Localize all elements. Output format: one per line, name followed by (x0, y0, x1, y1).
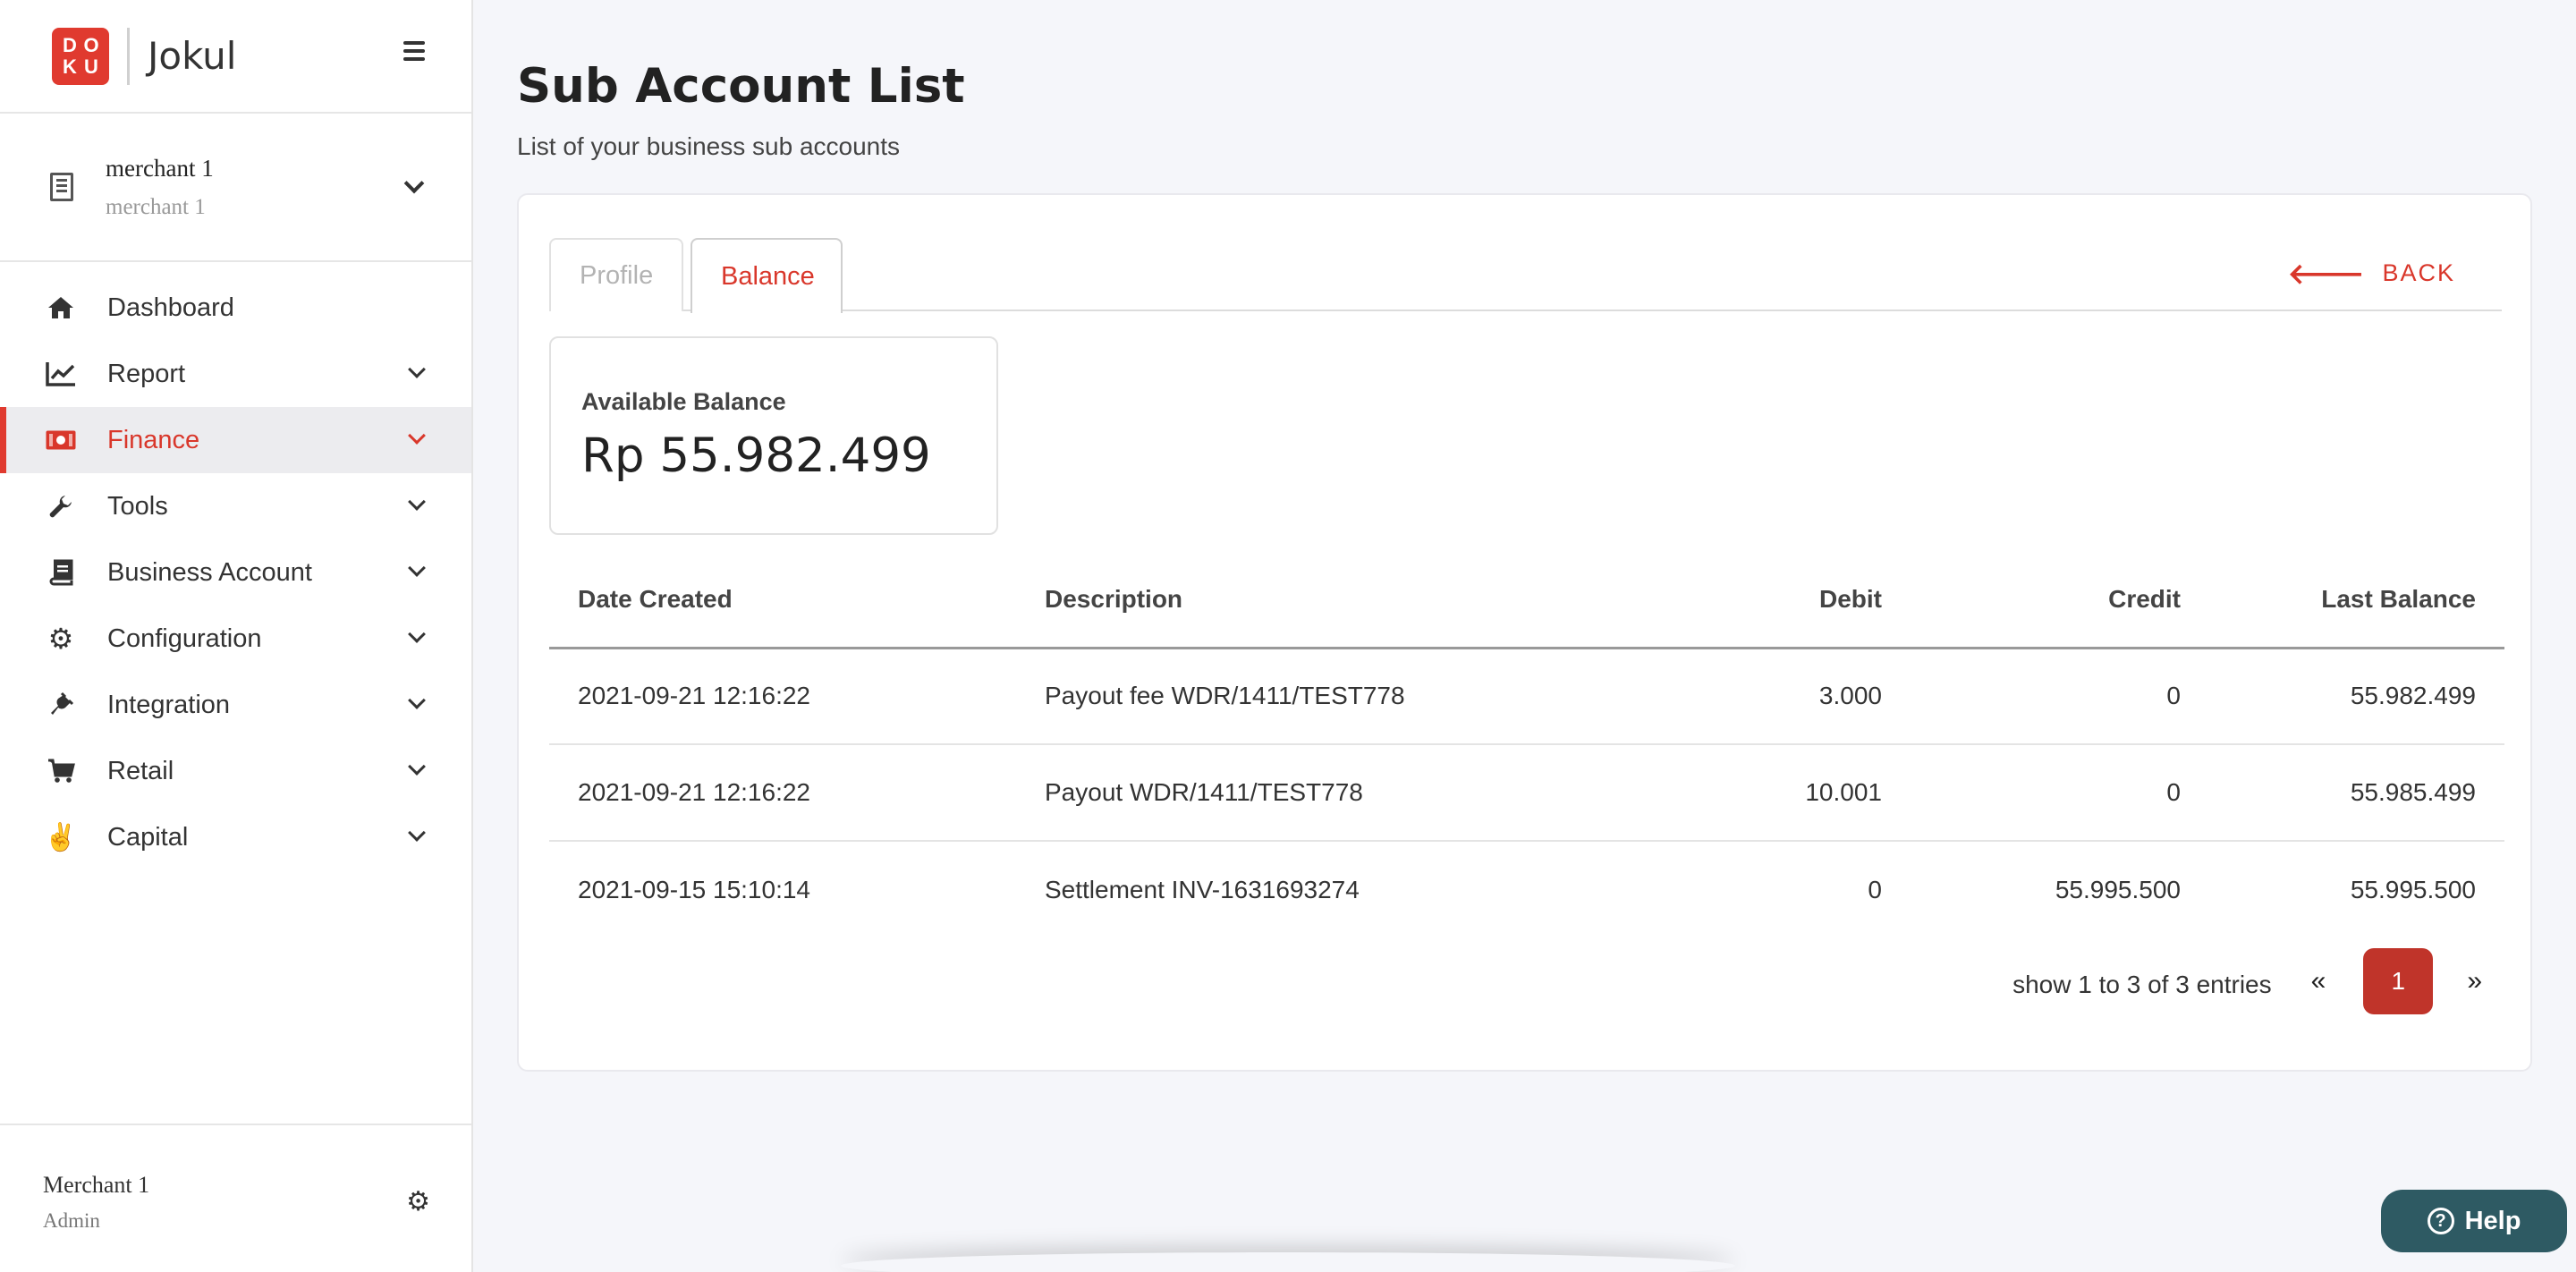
sidebar-nav: Dashboard Report Finance Tools Business … (0, 262, 471, 870)
chevron-down-icon (408, 758, 426, 776)
sidebar-item-label: Business Account (107, 557, 312, 587)
brand-header: D O K U Jokul (0, 0, 471, 114)
menu-toggle-icon[interactable] (403, 41, 425, 61)
cell-last-balance: 55.995.500 (2350, 875, 2476, 903)
transaction-table: Date Created Description Debit Credit La… (549, 553, 2504, 937)
gears-icon: ⚙ (47, 623, 74, 655)
available-balance-card: Available Balance Rp 55.982.499 (549, 336, 998, 535)
sidebar-item-configuration[interactable]: ⚙ Configuration (0, 606, 471, 672)
sidebar-item-label: Capital (107, 822, 189, 852)
sidebar-item-retail[interactable]: Retail (0, 738, 471, 804)
chevron-down-icon (408, 559, 426, 577)
sidebar-item-label: Configuration (107, 623, 262, 653)
logo-letter: U (84, 55, 98, 78)
pagination-page-1[interactable]: 1 (2363, 948, 2434, 1014)
book-icon (43, 555, 79, 590)
table-row: 2021-09-21 12:16:22 Payout WDR/1411/TEST… (549, 744, 2504, 842)
table-row: 2021-09-21 12:16:22 Payout fee WDR/1411/… (549, 648, 2504, 745)
pagination-info: show 1 to 3 of 3 entries (2012, 971, 2272, 998)
question-circle-icon: ? (2427, 1208, 2454, 1234)
sidebar-item-integration[interactable]: Integration (0, 672, 471, 738)
sidebar-item-label: Integration (107, 690, 231, 719)
gear-icon[interactable]: ⚙ (406, 1186, 430, 1217)
sub-account-card: Profile Balance 🡐 BACK Available Balance… (517, 193, 2532, 1072)
sidebar-item-label: Report (107, 359, 186, 388)
chevron-down-icon (403, 173, 425, 194)
table-header-row: Date Created Description Debit Credit La… (549, 553, 2504, 649)
chevron-down-icon (408, 691, 426, 709)
column-header-description: Description (1016, 553, 1642, 649)
money-bill-icon (43, 422, 79, 458)
cell-date: 2021-09-15 15:10:14 (578, 875, 810, 903)
chevron-down-icon (408, 625, 426, 643)
bottom-shadow (841, 1252, 1735, 1272)
merchant-sub: merchant 1 (106, 194, 206, 219)
sidebar-item-business-account[interactable]: Business Account (0, 539, 471, 606)
sidebar-item-report[interactable]: Report (0, 341, 471, 407)
sidebar-item-tools[interactable]: Tools (0, 473, 471, 539)
cell-description: Payout fee WDR/1411/TEST778 (1016, 648, 1642, 745)
cell-debit: 3.000 (1642, 648, 1911, 745)
cell-debit: 10.001 (1642, 744, 1911, 842)
sidebar-item-label: Finance (107, 425, 200, 454)
merchant-name: merchant 1 (106, 154, 214, 182)
table-row: 2021-09-15 15:10:14 Settlement INV-16316… (549, 841, 2504, 937)
help-button[interactable]: ? Help (2381, 1190, 2567, 1252)
tab-profile[interactable]: Profile (549, 238, 683, 311)
sidebar-item-label: Dashboard (107, 293, 234, 322)
arrow-left-icon: 🡐 (2287, 258, 2367, 290)
cell-date: 2021-09-21 12:16:22 (549, 648, 1016, 745)
building-icon (50, 173, 73, 201)
cart-icon (43, 753, 79, 789)
pagination-next-button[interactable]: » (2467, 966, 2482, 996)
chevron-down-icon (408, 360, 426, 378)
cell-credit: 0 (1911, 648, 2209, 745)
tab-bar: Profile Balance 🡐 BACK (549, 238, 2502, 313)
balance-value: Rp 55.982.499 (581, 428, 931, 483)
logo-letter: K (63, 55, 77, 78)
sidebar-item-finance[interactable]: Finance (0, 407, 471, 473)
logo-letter: O (83, 33, 99, 56)
brand-name: Jokul (148, 34, 237, 78)
cell-description: Payout WDR/1411/TEST778 (1016, 744, 1642, 842)
sidebar: D O K U Jokul merchant 1 merchant 1 Dash… (0, 0, 473, 1272)
cell-last-balance: 55.982.499 (2209, 648, 2504, 745)
sidebar-item-label: Tools (107, 491, 168, 521)
page-title: Sub Account List (517, 59, 965, 114)
merchant-selector[interactable]: merchant 1 merchant 1 (0, 114, 471, 262)
back-label: BACK (2382, 259, 2455, 286)
doku-logo: D O K U (52, 27, 109, 85)
column-header-debit: Debit (1642, 553, 1911, 649)
plug-icon (43, 687, 79, 723)
cell-date: 2021-09-21 12:16:22 (549, 744, 1016, 842)
help-label: Help (2464, 1206, 2521, 1235)
back-button[interactable]: 🡐 BACK (2288, 256, 2455, 291)
sidebar-item-dashboard[interactable]: Dashboard (0, 275, 471, 341)
sidebar-item-capital[interactable]: ✌ Capital (0, 804, 471, 870)
brand-divider (127, 27, 130, 85)
cell-credit: 0 (1911, 744, 2209, 842)
balance-label: Available Balance (581, 388, 786, 415)
chevron-down-icon (408, 824, 426, 842)
cell-debit: 0 (1868, 875, 1882, 903)
wrench-icon (43, 488, 79, 524)
peace-hand-icon: ✌ (44, 822, 78, 852)
page-subtitle: List of your business sub accounts (517, 132, 901, 160)
pagination-prev-button[interactable]: « (2311, 966, 2326, 996)
pagination: show 1 to 3 of 3 entries « 1 » (2012, 948, 2482, 1014)
chevron-down-icon (408, 427, 426, 445)
user-panel: Merchant 1 Admin ⚙ (0, 1124, 471, 1272)
cell-credit: 55.995.500 (2055, 875, 2181, 903)
tab-balance[interactable]: Balance (691, 238, 843, 313)
cell-description: Settlement INV-1631693274 (1045, 875, 1360, 903)
column-header-credit: Credit (1911, 553, 2209, 649)
home-icon (43, 290, 79, 326)
cell-last-balance: 55.985.499 (2209, 744, 2504, 842)
column-header-date: Date Created (549, 553, 1016, 649)
chevron-down-icon (408, 493, 426, 511)
logo-letter: D (63, 33, 77, 56)
chart-line-icon (43, 356, 79, 392)
sidebar-item-label: Retail (107, 756, 174, 785)
column-header-last-balance: Last Balance (2209, 553, 2504, 649)
